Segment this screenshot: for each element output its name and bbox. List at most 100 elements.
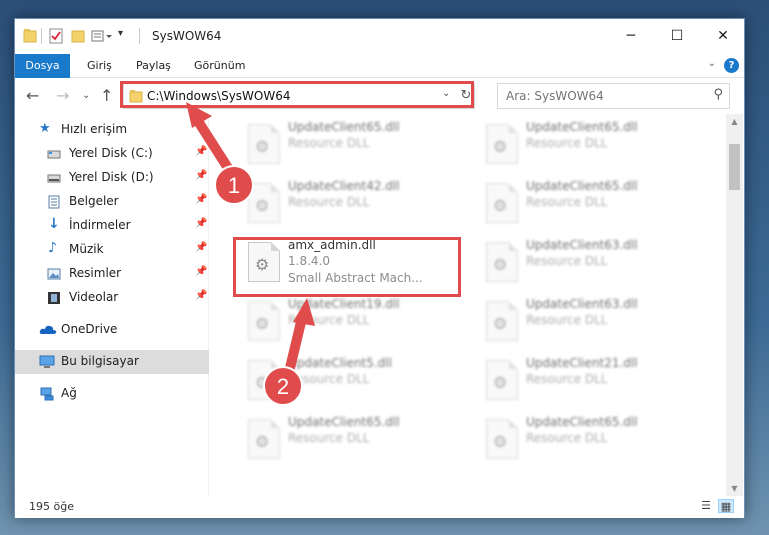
customize-toolbar-icon[interactable] (91, 28, 113, 44)
tab-home[interactable]: Giriş (87, 54, 112, 78)
gear-icon: ⚙ (255, 314, 270, 333)
file-description: Resource DLL (288, 195, 370, 209)
file-description: Resource DLL (526, 431, 608, 445)
recent-locations-icon[interactable]: ⌄ (82, 90, 90, 101)
music-icon: ♪ (48, 240, 57, 256)
ribbon-tabs: Dosya Giriş Paylaş Görünüm ⌄ ? (15, 54, 744, 78)
file-item[interactable]: ⚙ UpdateClient5.dll Resource DLL (240, 354, 464, 410)
pin-icon[interactable]: 📌 (195, 146, 207, 157)
search-icon[interactable]: ⚲ (713, 87, 723, 102)
file-item[interactable]: ⚙ UpdateClient65.dll Resource DLL (478, 118, 702, 174)
sidebar-item-quick-access[interactable]: ★ Hızlı erişim (15, 118, 209, 142)
forward-arrow-icon[interactable]: → (56, 86, 69, 105)
network-icon (40, 387, 54, 401)
details-view-icon[interactable]: ☰ (698, 499, 714, 513)
vertical-scrollbar[interactable]: ▲ ▼ (726, 114, 743, 496)
file-name: UpdateClient65.dll (526, 120, 638, 134)
new-folder-icon[interactable] (71, 28, 85, 44)
gear-icon: ⚙ (493, 314, 508, 333)
file-item[interactable]: ⚙ UpdateClient19.dll Resource DLL (240, 295, 464, 351)
sidebar-item-label: OneDrive (61, 322, 118, 336)
sidebar-item-label: Yerel Disk (C:) (69, 146, 153, 160)
video-icon (48, 292, 60, 304)
folder-icon (23, 29, 37, 43)
file-item[interactable]: ⚙ UpdateClient63.dll Resource DLL (478, 236, 702, 292)
pin-icon[interactable]: 📌 (195, 218, 207, 229)
properties-icon[interactable] (49, 28, 63, 44)
sidebar-item-local-disk-d[interactable]: Yerel Disk (D:) 📌 (15, 166, 209, 190)
search-input[interactable] (506, 85, 706, 107)
sidebar-item-onedrive[interactable]: OneDrive (15, 318, 209, 342)
file-name: UpdateClient65.dll (526, 179, 638, 193)
dll-file-icon: ⚙ (248, 360, 280, 400)
cloud-icon (39, 325, 57, 334)
up-arrow-icon[interactable]: ↑ (100, 86, 113, 105)
close-button[interactable]: ✕ (700, 19, 746, 54)
pin-icon[interactable]: 📌 (195, 290, 207, 301)
dll-file-icon: ⚙ (248, 419, 280, 459)
file-description: Resource DLL (526, 313, 608, 327)
sidebar-item-label: İndirmeler (69, 218, 131, 232)
dll-file-icon: ⚙ (486, 124, 518, 164)
separator (139, 28, 140, 44)
file-description: Resource DLL (526, 136, 608, 150)
pin-icon[interactable]: 📌 (195, 194, 207, 205)
sidebar-item-local-disk-c[interactable]: Yerel Disk (C:) 📌 (15, 142, 209, 166)
file-item[interactable]: ⚙ UpdateClient42.dll Resource DLL (240, 177, 464, 233)
expand-ribbon-icon[interactable]: ⌄ (708, 58, 716, 69)
tab-share[interactable]: Paylaş (136, 54, 171, 78)
scroll-up-icon[interactable]: ▲ (726, 117, 743, 126)
gear-icon: ⚙ (255, 432, 270, 451)
pin-icon[interactable]: 📌 (195, 170, 207, 181)
scrollbar-thumb[interactable] (729, 144, 740, 190)
tab-view[interactable]: Görünüm (194, 54, 245, 78)
file-item[interactable]: ⚙ UpdateClient65.dll Resource DLL (240, 413, 464, 469)
file-name: UpdateClient63.dll (526, 297, 638, 311)
file-name: UpdateClient65.dll (526, 415, 638, 429)
sidebar-item-this-pc[interactable]: Bu bilgisayar (15, 350, 209, 374)
drive-icon (47, 150, 61, 159)
file-description: Resource DLL (526, 372, 608, 386)
file-name: UpdateClient63.dll (526, 238, 638, 252)
pin-icon[interactable]: 📌 (195, 242, 207, 253)
pictures-icon (47, 268, 61, 280)
sidebar-item-network[interactable]: Ağ (15, 382, 209, 406)
search-box[interactable]: ⚲ (497, 83, 730, 109)
file-item[interactable]: ⚙ UpdateClient63.dll Resource DLL (478, 295, 702, 351)
file-item[interactable]: ⚙ UpdateClient65.dll Resource DLL (240, 118, 464, 174)
file-description: Resource DLL (526, 254, 608, 268)
sidebar-item-label: Videolar (69, 290, 119, 304)
help-icon[interactable]: ? (724, 58, 739, 73)
gear-icon: ⚙ (493, 196, 508, 215)
file-description: Resource DLL (526, 195, 608, 209)
file-item[interactable]: ⚙ UpdateClient21.dll Resource DLL (478, 354, 702, 410)
sidebar-item-music[interactable]: ♪ Müzik 📌 (15, 238, 209, 262)
sidebar-item-downloads[interactable]: ↓ İndirmeler 📌 (15, 214, 209, 238)
file-name: UpdateClient65.dll (288, 120, 400, 134)
file-description: Resource DLL (288, 372, 370, 386)
dll-file-icon: ⚙ (248, 183, 280, 223)
separator (41, 28, 42, 44)
gear-icon: ⚙ (255, 137, 270, 156)
sidebar-item-documents[interactable]: Belgeler 📌 (15, 190, 209, 214)
pin-icon[interactable]: 📌 (195, 266, 207, 277)
gear-icon: ⚙ (255, 373, 270, 392)
file-list: ⚙ UpdateClient65.dll Resource DLL ⚙ Upda… (210, 114, 726, 496)
dll-file-icon: ⚙ (248, 301, 280, 341)
sidebar-item-videos[interactable]: Videolar 📌 (15, 286, 209, 310)
file-item[interactable]: ⚙ UpdateClient65.dll Resource DLL (478, 413, 702, 469)
file-name: UpdateClient5.dll (288, 356, 392, 370)
item-count: 195 öğe (29, 500, 74, 513)
maximize-button[interactable]: ☐ (654, 19, 700, 54)
sidebar-item-label: Resimler (69, 266, 122, 280)
minimize-button[interactable]: ─ (608, 19, 654, 54)
file-name: UpdateClient42.dll (288, 179, 400, 193)
scroll-down-icon[interactable]: ▼ (726, 484, 743, 493)
dropdown-arrow-icon[interactable]: ▾ (118, 28, 123, 44)
tab-file[interactable]: Dosya (15, 54, 70, 78)
sidebar-item-pictures[interactable]: Resimler 📌 (15, 262, 209, 286)
back-arrow-icon[interactable]: ← (26, 86, 39, 105)
large-icons-view-icon[interactable]: ▦ (718, 499, 734, 513)
file-item[interactable]: ⚙ UpdateClient65.dll Resource DLL (478, 177, 702, 233)
sidebar-item-label: Belgeler (69, 194, 119, 208)
